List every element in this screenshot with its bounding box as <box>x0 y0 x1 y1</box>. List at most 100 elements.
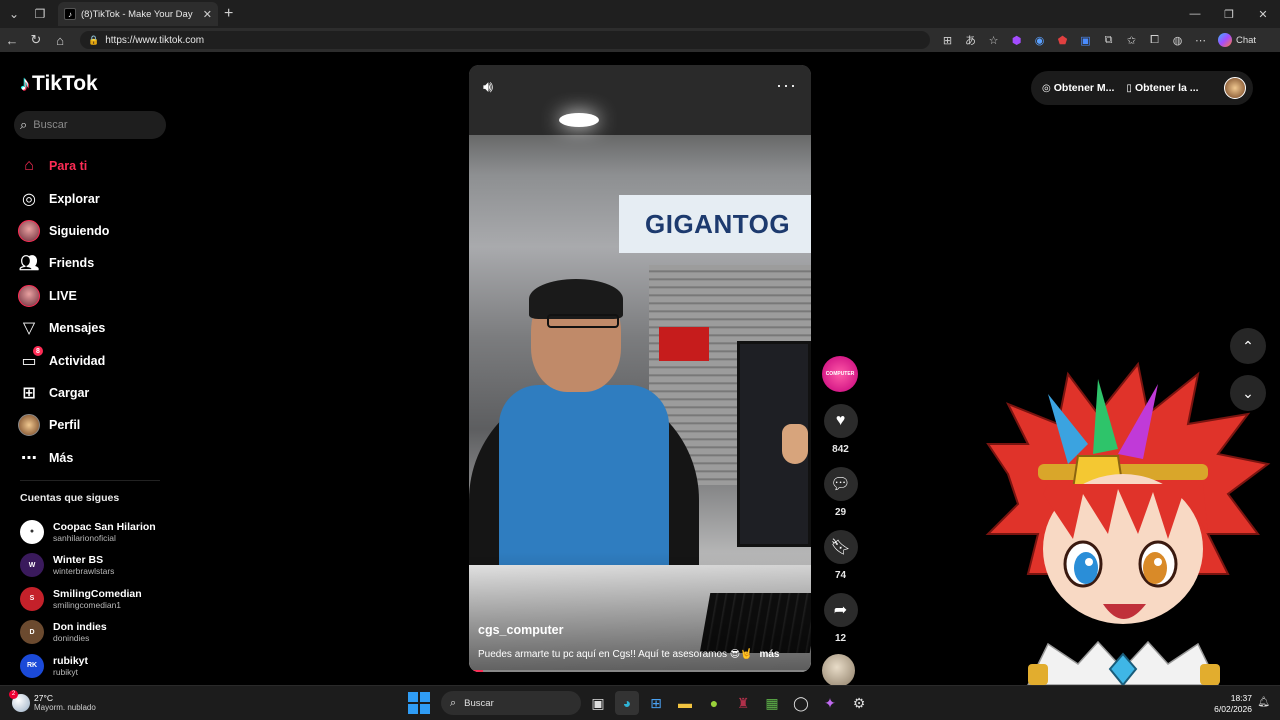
heart-icon[interactable]: ♥ <box>823 404 858 438</box>
creator-avatar[interactable]: COMPUTER <box>822 356 858 392</box>
divider <box>20 480 160 481</box>
workspaces-icon[interactable]: ❐ <box>28 3 52 25</box>
sidebar-item-para-ti[interactable]: ⌂ Para ti <box>18 150 109 182</box>
sidebar-item-mas[interactable]: ⋯ Más <box>18 442 109 474</box>
favorites-icon[interactable]: ✩ <box>1120 34 1143 47</box>
system-clock[interactable]: 18:37 6/02/2026 <box>1214 693 1252 715</box>
store-icon[interactable]: ⊞ <box>644 691 668 715</box>
profile-avatar-icon[interactable]: ◍ <box>1166 34 1189 47</box>
clock-time: 18:37 <box>1230 693 1252 703</box>
sidebar-item-label: LIVE <box>49 288 77 303</box>
sidebar-item-friends[interactable]: 👥︎ Friends <box>18 247 109 279</box>
volume-icon[interactable]: 🔊︎ <box>483 79 493 97</box>
video-store-sign: GIGANTOG <box>619 195 811 253</box>
video-person-hair <box>529 279 623 319</box>
refresh-icon[interactable]: ↻ <box>24 32 48 48</box>
sidebar-item-cargar[interactable]: ⊞ Cargar <box>18 377 109 409</box>
video-person-glasses <box>547 314 619 328</box>
notification-bell-icon[interactable]: 🔔︎ <box>1257 697 1270 708</box>
app-available-icon[interactable]: ⊞ <box>936 34 959 47</box>
windows-taskbar: 2 27°C Mayorm. nublado ⌕ Buscar ▣ ◕ ⊞ ▬ … <box>0 685 1280 720</box>
search-icon: ⌕ <box>20 117 28 132</box>
lock-icon[interactable]: 🔒 <box>88 35 99 46</box>
back-icon[interactable]: ← <box>0 33 24 48</box>
video-progress-bar[interactable] <box>469 670 811 672</box>
phone-icon: ▯ <box>1126 82 1132 94</box>
copilot-app-icon[interactable]: ✦ <box>818 691 842 715</box>
home-icon[interactable]: ⌂ <box>48 33 72 48</box>
chat-bubble-icon[interactable]: ◯ <box>789 691 813 715</box>
account-name: rubikyt <box>53 654 89 667</box>
taskbar-search[interactable]: ⌕ Buscar <box>441 691 581 715</box>
collections-icon[interactable]: ⧠ <box>1143 34 1166 47</box>
get-coins-label: Obtener M... <box>1053 82 1115 94</box>
user-avatar[interactable] <box>1224 77 1246 99</box>
caption-more-link[interactable]: más <box>759 649 779 660</box>
new-tab-icon[interactable]: + <box>224 5 233 23</box>
avatar: D <box>20 620 44 645</box>
avatar: RK <box>20 653 44 678</box>
sidebar-item-label: Perfil <box>49 418 81 433</box>
following-account[interactable]: ● Coopac San Hilarion sanhilarionoficial <box>20 515 156 549</box>
sidebar-item-siguiendo[interactable]: Siguiendo <box>18 215 109 247</box>
window-controls: — ❐ ✕ <box>1178 0 1280 28</box>
account-name: Winter BS <box>53 554 104 567</box>
tennis-ball-icon[interactable]: ● <box>702 691 726 715</box>
video-author[interactable]: cgs_computer <box>478 623 563 637</box>
music-disc-avatar[interactable] <box>822 654 855 687</box>
sidebar-nav: ⌂ Para ti ◎ Explorar Siguiendo 👥︎ Friend… <box>18 150 109 474</box>
minimize-icon[interactable]: — <box>1178 0 1212 28</box>
video-caption: Puedes armarte tu pc aquí en Cgs!! Aquí … <box>478 649 779 660</box>
browser-tab[interactable]: ♪ (8)TikTok - Make Your Day ✕ <box>58 2 218 26</box>
following-account[interactable]: W Winter BS winterbrawlstars <box>20 549 156 583</box>
extensions-icon[interactable]: ⧉ <box>1097 34 1120 47</box>
extension-red-icon[interactable]: ⬟ <box>1051 34 1074 47</box>
coin-compass-icon: ◎ <box>1042 82 1051 94</box>
translate-icon[interactable]: あ <box>959 32 982 48</box>
favorite-star-icon[interactable]: ☆ <box>982 34 1005 47</box>
taskbar-apps: ⌕ Buscar ▣ ◕ ⊞ ▬ ● ♜ ▦ ◯ ✦ ⚙ <box>408 691 871 715</box>
tiktok-logo[interactable]: ♪ TikTok <box>20 72 98 96</box>
video-more-icon[interactable]: ··· <box>776 75 797 96</box>
settings-gear-icon[interactable]: ⚙ <box>847 691 871 715</box>
tiktok-note-icon: ♪ <box>20 72 30 95</box>
following-account[interactable]: S SmilingComedian smilingcomedian1 <box>20 582 156 616</box>
file-explorer-icon[interactable]: ▬ <box>673 691 697 715</box>
sidebar-item-live[interactable]: LIVE <box>18 280 109 312</box>
top-right-actions: ◎ Obtener M... ▯ Obtener la ... <box>1031 71 1253 105</box>
sidebar-item-actividad[interactable]: ▭ 8 Actividad <box>18 344 109 376</box>
sidebar-item-perfil[interactable]: Perfil <box>18 409 109 441</box>
settings-more-icon[interactable]: ⋯ <box>1189 34 1212 47</box>
search-box[interactable]: ⌕ <box>14 111 166 139</box>
sidebar-item-label: Para ti <box>49 159 88 174</box>
following-avatar-icon <box>18 219 40 242</box>
close-window-icon[interactable]: ✕ <box>1246 0 1280 28</box>
tab-list-icon[interactable]: ⌄ <box>2 3 26 25</box>
extension-blue-icon[interactable]: ◉ <box>1028 34 1051 47</box>
copilot-chat-button[interactable]: Chat <box>1218 33 1256 47</box>
close-tab-icon[interactable]: ✕ <box>203 8 212 21</box>
search-input[interactable] <box>33 119 144 131</box>
minecraft-icon[interactable]: ▦ <box>760 691 784 715</box>
following-account[interactable]: RK rubikyt rubikyt <box>20 649 156 683</box>
sidebar-item-mensajes[interactable]: ▽ Mensajes <box>18 312 109 344</box>
share-icon[interactable]: ➦ <box>823 593 858 627</box>
edge-browser-icon[interactable]: ◕ <box>615 691 639 715</box>
weather-widget[interactable]: 2 27°C Mayorm. nublado <box>9 690 96 713</box>
extension-translate-icon[interactable]: ▣ <box>1074 34 1097 47</box>
following-account[interactable]: D Don indies donindies <box>20 616 156 650</box>
restore-icon[interactable]: ❐ <box>1212 0 1246 28</box>
sidebar-item-explorar[interactable]: ◎ Explorar <box>18 182 109 214</box>
url-field[interactable]: 🔒 https://www.tiktok.com <box>80 31 930 49</box>
windows-start-icon[interactable] <box>408 692 430 714</box>
video-player[interactable]: GIGANTOG 🔊︎ ··· cgs_computer Puedes arma… <box>469 65 811 672</box>
get-app-button[interactable]: ▯ Obtener la ... <box>1126 82 1198 94</box>
tiktok-favicon-icon: ♪ <box>64 8 76 20</box>
app-dark-red-icon[interactable]: ♜ <box>731 691 755 715</box>
bookmark-icon[interactable]: 🔖︎ <box>823 530 858 564</box>
account-name: Don indies <box>53 621 107 634</box>
extension-purple-icon[interactable]: ⬢ <box>1005 34 1028 47</box>
get-coins-button[interactable]: ◎ Obtener M... <box>1042 82 1114 94</box>
task-view-icon[interactable]: ▣ <box>586 691 610 715</box>
comment-icon[interactable]: 💬︎ <box>823 467 858 501</box>
